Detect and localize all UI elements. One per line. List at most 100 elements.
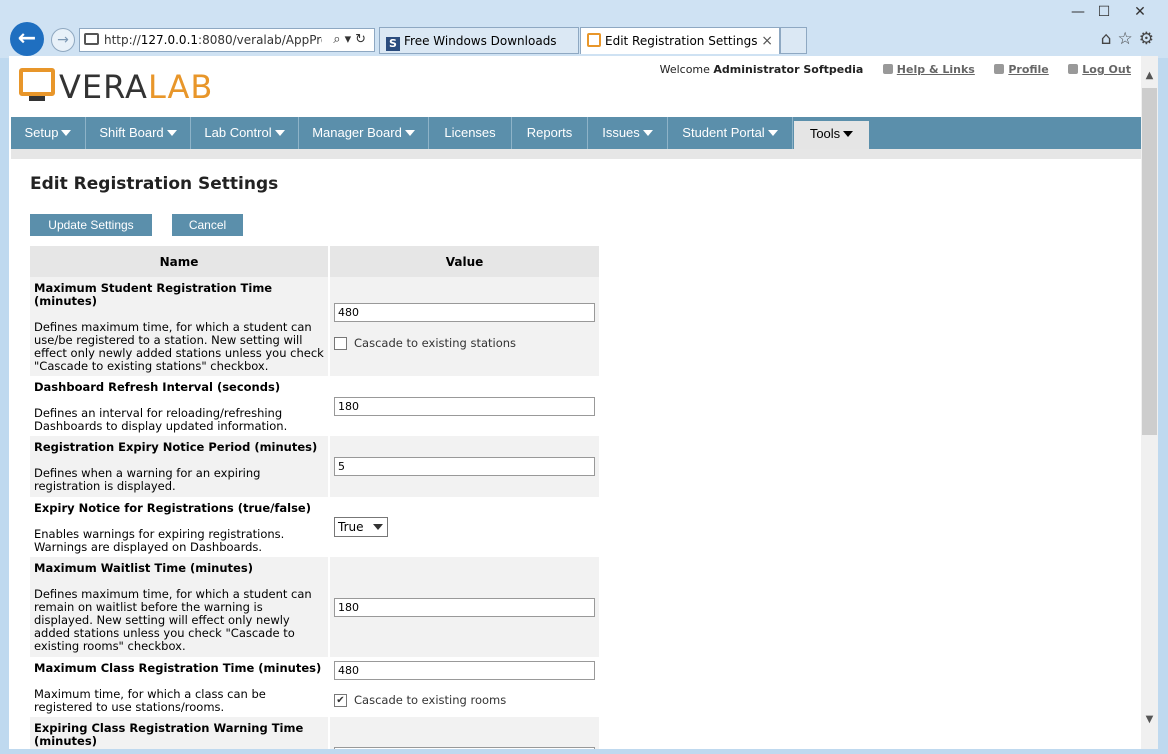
cascade-rooms-checkbox[interactable]: ✔ Cascade to existing rooms [334,693,595,707]
expiry-notice-select[interactable]: True [334,517,388,537]
max-student-registration-time-input[interactable]: 480 [334,303,595,322]
scroll-down-icon[interactable]: ▼ [1141,714,1158,725]
caret-down-icon [642,130,653,136]
nav-label: Lab Control [204,125,272,140]
home-icon[interactable]: ⌂ [1101,29,1118,49]
help-link-label: Help & Links [896,63,975,76]
welcome-text: Welcome [659,63,714,76]
setting-name-cell: Maximum Student Registration Time (minut… [30,277,330,376]
title-bar: — ☐ ✕ ← → http://127.0.0.1:8080/veralab/… [0,0,1168,58]
browser-window: — ☐ ✕ ← → http://127.0.0.1:8080/veralab/… [0,0,1168,754]
nav-label: Shift Board [99,125,164,140]
nav-tools[interactable]: Tools [794,121,869,149]
favorites-star-icon[interactable]: ☆ [1118,29,1139,49]
browser-toolbar-icons: ⌂☆⚙ [1101,29,1160,49]
profile-icon [994,64,1005,74]
checkbox-unchecked-icon[interactable] [334,336,347,350]
nav-label: Tools [809,126,841,141]
expiring-class-warning-time-input[interactable] [334,747,595,749]
logo[interactable]: VERALAB [59,68,213,106]
close-window-button[interactable]: ✕ [1126,2,1154,22]
nav-student-portal[interactable]: Student Portal [668,117,793,149]
setting-name-cell: Expiring Class Registration Warning Time… [30,717,330,749]
nav-setup[interactable]: Setup [11,117,86,149]
nav-shift-board[interactable]: Shift Board [86,117,191,149]
scrollbar-thumb[interactable] [1142,88,1157,435]
max-waitlist-time-input[interactable]: 180 [334,597,595,617]
veralab-favicon-icon [587,33,601,47]
table-row: Maximum Class Registration Time (minutes… [30,657,599,717]
address-bar[interactable]: http://127.0.0.1:8080/veralab/AppPropert… [79,28,375,52]
setting-name-cell: Registration Expiry Notice Period (minut… [30,436,330,497]
nav-licenses[interactable]: Licenses [429,117,512,149]
minimize-button[interactable]: — [1064,2,1092,22]
address-tools: ⌕▾↻ [333,32,370,47]
setting-name-cell: Maximum Class Registration Time (minutes… [30,657,330,717]
caret-down-icon [404,130,415,136]
address-host: 127.0.0.1 [140,33,199,47]
setting-title: Maximum Student Registration Time (minut… [34,281,273,308]
back-arrow-icon: ← [17,26,37,51]
setting-title: Expiring Class Registration Warning Time… [34,721,304,748]
nav-issues[interactable]: Issues [588,117,668,149]
logo-text-vera: VERA [59,68,148,106]
setting-title: Maximum Class Registration Time (minutes… [34,661,322,675]
setting-value-cell: True [329,497,599,557]
caret-down-icon [166,130,177,136]
tab-label: Free Windows Downloads [404,34,557,48]
logout-icon [1068,64,1079,74]
setting-description: Defines maximum time, for which a studen… [34,320,324,373]
setting-name-cell: Dashboard Refresh Interval (seconds) Def… [30,376,330,436]
maximize-button[interactable]: ☐ [1090,2,1118,22]
close-tab-icon[interactable]: × [761,28,773,54]
checkbox-label: Cascade to existing rooms [354,693,507,707]
setting-name-cell: Expiry Notice for Registrations (true/fa… [30,497,330,557]
settings-table: Name Value Maximum Student Registration … [30,246,599,749]
table-row: Dashboard Refresh Interval (seconds) Def… [30,376,599,436]
forward-arrow-icon: → [57,32,69,48]
logo-stand [29,96,45,101]
profile-link[interactable]: Profile [994,63,1049,76]
update-settings-button[interactable]: Update Settings [30,214,152,236]
back-button[interactable]: ← [10,22,44,56]
nav-reports[interactable]: Reports [512,117,588,149]
dashboard-refresh-interval-input[interactable]: 180 [334,396,595,416]
tab-edit-registration-settings[interactable]: Edit Registration Settings × [580,27,780,54]
refresh-icon[interactable]: ↻ [355,32,370,47]
tab-free-windows-downloads[interactable]: S Free Windows Downloads [379,27,579,54]
table-row: Registration Expiry Notice Period (minut… [30,436,599,497]
new-tab-button[interactable] [780,27,807,54]
dropdown-icon[interactable]: ▾ [345,32,356,47]
caret-down-icon [767,130,778,136]
caret-down-icon [274,130,285,136]
address-prefix: http:// [104,33,141,47]
checkbox-checked-icon[interactable]: ✔ [334,693,347,707]
user-bar: Welcome Administrator Softpedia Help & L… [660,63,1131,76]
table-row: Expiring Class Registration Warning Time… [30,717,599,749]
softpedia-icon: S [386,37,400,51]
address-text[interactable]: http://127.0.0.1:8080/veralab/AppPropert [104,33,322,47]
checkbox-label: Cascade to existing stations [354,336,517,350]
forward-button[interactable]: → [51,28,75,52]
nav-label: Student Portal [682,125,765,140]
setting-value-cell: 480 Cascade to existing stations [329,277,599,376]
cancel-button[interactable]: Cancel [172,214,243,236]
profile-link-label: Profile [1008,63,1049,76]
nav-manager-board[interactable]: Manager Board [299,117,429,149]
max-class-registration-time-input[interactable]: 480 [334,661,595,680]
nav-label: Manager Board [312,125,402,140]
setting-name-cell: Maximum Waitlist Time (minutes) Defines … [30,557,330,657]
logout-link[interactable]: Log Out [1068,63,1131,76]
logout-link-label: Log Out [1082,63,1131,76]
scroll-up-icon[interactable]: ▲ [1141,70,1158,81]
caret-down-icon [61,130,72,136]
settings-gear-icon[interactable]: ⚙ [1139,29,1160,49]
nav-label: Issues [602,125,640,140]
search-icon[interactable]: ⌕ [333,32,344,47]
help-links-link[interactable]: Help & Links [882,63,975,76]
expiry-notice-period-input[interactable]: 5 [334,457,595,476]
nav-lab-control[interactable]: Lab Control [191,117,299,149]
help-icon [882,64,893,74]
cascade-stations-checkbox[interactable]: Cascade to existing stations [334,336,595,350]
column-header-name: Name [30,246,330,277]
